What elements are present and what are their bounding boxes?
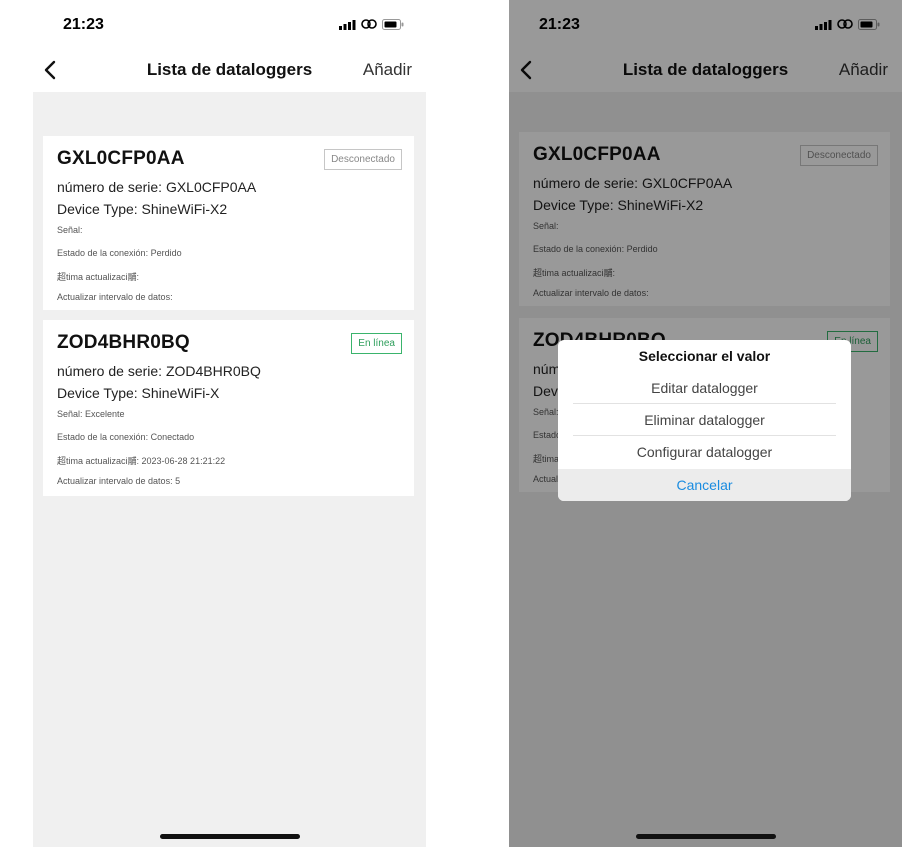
signal-text: Señal: Excelente xyxy=(57,409,125,419)
signal-text: Señal: xyxy=(57,225,83,235)
status-badge: Desconectado xyxy=(324,149,402,170)
update-interval: Actualizar intervalo de datos: xyxy=(57,292,173,302)
link-icon xyxy=(361,19,377,29)
home-indicator xyxy=(159,834,300,839)
status-badge: En línea xyxy=(351,333,402,354)
serial-number: número de serie: ZOD4BHR0BQ xyxy=(57,363,261,379)
device-type: Device Type: ShineWiFi-X xyxy=(57,385,220,401)
battery-icon xyxy=(382,18,404,30)
nav-bar: Lista de dataloggers Añadir xyxy=(33,48,426,92)
phone-screen-action-sheet: 21:23 Lista de dataloggers Añadir GXL0CF… xyxy=(509,0,902,847)
status-bar: 21:23 xyxy=(33,0,426,48)
datalogger-card[interactable]: GXL0CFP0AA Desconectado número de serie:… xyxy=(43,136,414,310)
status-icons xyxy=(339,18,404,30)
phone-screen-list: 21:23 Lista de dataloggers Añadir GXL0CF… xyxy=(33,0,426,847)
action-sheet: Seleccionar el valor Editar datalogger E… xyxy=(558,340,851,501)
configure-datalogger-option[interactable]: Configurar datalogger xyxy=(573,436,836,468)
serial-number: número de serie: GXL0CFP0AA xyxy=(57,179,257,195)
status-time: 21:23 xyxy=(63,16,104,33)
last-update: 超tima actualizaci鬴: 2023-06-28 21:21:22 xyxy=(57,456,226,466)
action-sheet-title: Seleccionar el valor xyxy=(638,348,771,364)
device-type: Device Type: ShineWiFi-X2 xyxy=(57,201,228,217)
update-interval: Actualizar intervalo de datos: 5 xyxy=(57,476,181,486)
device-name: ZOD4BHR0BQ xyxy=(57,332,190,353)
home-indicator xyxy=(635,834,776,839)
connection-state: Estado de la conexión: Conectado xyxy=(57,432,195,442)
datalogger-card[interactable]: ZOD4BHR0BQ En línea número de serie: ZOD… xyxy=(43,320,414,496)
device-name: GXL0CFP0AA xyxy=(57,148,185,169)
last-update: 超tima actualizaci鬴: xyxy=(57,272,140,282)
add-button[interactable]: Añadir xyxy=(363,60,412,80)
connection-state: Estado de la conexión: Perdido xyxy=(57,248,182,258)
signal-icon xyxy=(339,19,356,30)
delete-datalogger-option[interactable]: Eliminar datalogger xyxy=(573,404,836,436)
edit-datalogger-option[interactable]: Editar datalogger xyxy=(573,372,836,404)
cancel-button[interactable]: Cancelar xyxy=(558,469,851,501)
